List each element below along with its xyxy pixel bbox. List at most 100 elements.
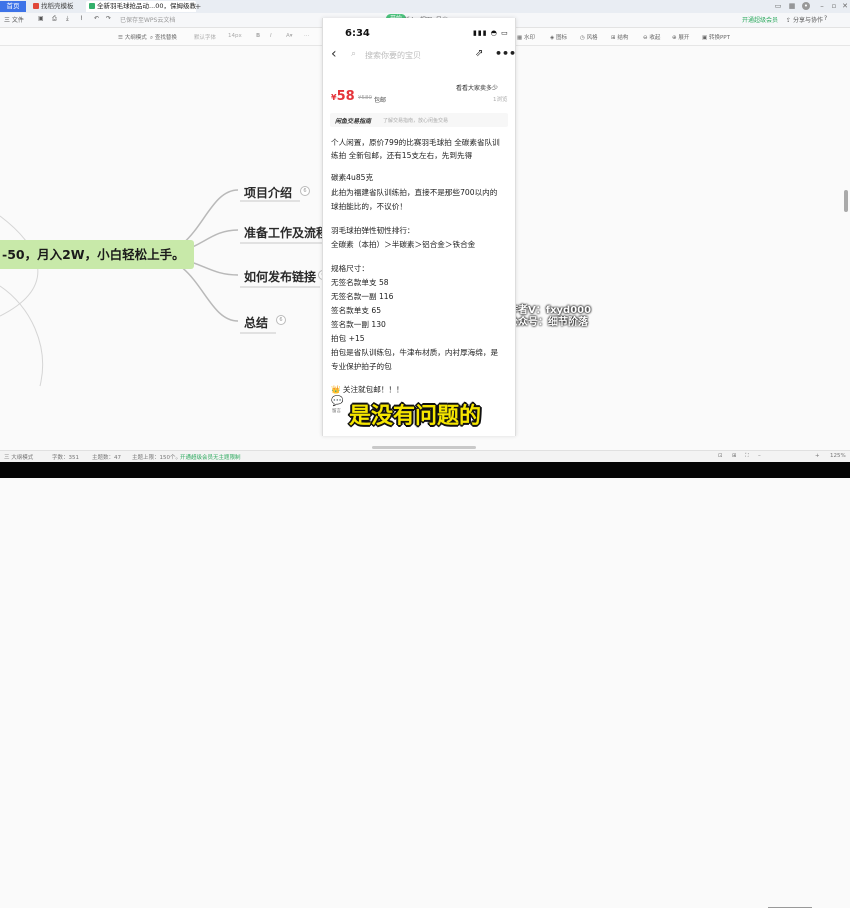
- upgrade-tip-link[interactable]: 开通超级会员无主题限制: [180, 453, 241, 461]
- price: ¥58: [331, 89, 355, 104]
- collapse-label: 收起: [649, 35, 661, 41]
- description-line: 规格尺寸：: [331, 264, 369, 273]
- description-line: 此拍为福建省队训练拍，直接不是那些700以内的: [331, 188, 498, 197]
- minimize-icon[interactable]: –: [818, 2, 826, 10]
- zoom-level[interactable]: 125%: [830, 453, 846, 459]
- outline-mode-button[interactable]: ☰ 大纲模式: [118, 33, 147, 41]
- spec-row: 拍包 +15: [331, 334, 365, 343]
- description-line: 碳素4u85克: [331, 173, 374, 182]
- tab-template[interactable]: 找稻壳模板: [30, 1, 86, 12]
- icon-button[interactable]: ◈ 图标: [550, 33, 567, 41]
- zoom-in-icon[interactable]: +: [815, 453, 820, 459]
- description-line: 羽毛球拍弹性韧性排行：: [331, 226, 415, 235]
- author-watermark: 作者V：fxyd000 公众号：细节阶落: [508, 305, 591, 329]
- back-icon[interactable]: ‹: [331, 46, 337, 62]
- chat-label: 留言: [332, 409, 341, 414]
- upgrade-link[interactable]: 开通超级会员: [742, 15, 778, 24]
- shipping-label: 包邮: [374, 97, 387, 104]
- spec-row: 签名款单支 65: [331, 306, 382, 315]
- share-icon[interactable]: ⇗: [475, 48, 483, 59]
- topic-limit: 主题上限：150个。: [132, 453, 181, 461]
- more-icon[interactable]: ⋯: [304, 33, 310, 39]
- watermark-label: 水印: [523, 35, 535, 41]
- print-icon[interactable]: ⎙: [52, 15, 57, 23]
- close-icon[interactable]: ✕: [841, 2, 849, 10]
- spec-row: 无签名款单支 58: [331, 278, 389, 287]
- fullscreen-icon[interactable]: ⛶: [745, 453, 749, 460]
- description-line: 全碳素（本拍）＞半碳素＞铝合金＞铁合金: [331, 240, 476, 249]
- watermark-button[interactable]: ▦ 水印: [517, 33, 535, 41]
- branch-count-badge[interactable]: 6: [300, 186, 310, 196]
- new-tab-button[interactable]: +: [190, 1, 206, 12]
- find-replace-button[interactable]: ⌕ 查找替换: [150, 33, 177, 42]
- branch-project-intro[interactable]: 项目介绍: [244, 184, 292, 201]
- file-menu[interactable]: 三 文件: [4, 15, 24, 24]
- font-family-select[interactable]: 默认字体: [194, 33, 216, 41]
- horizontal-scrollbar[interactable]: [372, 446, 476, 449]
- description-line: 拍包是省队训练包，牛津布材质，内衬厚海绵，是: [331, 348, 499, 357]
- help-icon[interactable]: ?: [824, 15, 827, 22]
- structure-button[interactable]: ⊞ 结构: [611, 33, 628, 41]
- structure-label: 结构: [617, 35, 629, 41]
- spec-row: 签名款一副 130: [331, 320, 386, 329]
- text-color-icon[interactable]: A▾: [286, 33, 293, 39]
- mindmap-doc-icon: [89, 3, 95, 9]
- tab-current-doc-label: 全新羽毛球抢品动...00，保姆级教学: [97, 2, 196, 10]
- tab-current-doc[interactable]: 全新羽毛球抢品动...00，保姆级教学: [86, 1, 196, 12]
- word-count-label: 字数：: [52, 455, 69, 461]
- undo-icon[interactable]: ↶: [94, 15, 99, 22]
- bold-button[interactable]: B: [256, 33, 260, 39]
- collapse-button[interactable]: ⊖ 收起: [643, 33, 660, 41]
- grid-view-icon[interactable]: ⊞: [732, 453, 737, 459]
- more-icon[interactable]: •••: [495, 47, 515, 60]
- video-bottom-bar: [0, 462, 850, 478]
- export-icon[interactable]: ⤓: [66, 15, 69, 23]
- expand-button[interactable]: ⊕ 展开: [672, 33, 689, 41]
- spec-row: 无签名款一副 116: [331, 292, 394, 301]
- watermark-account: 公众号：细节阶落: [508, 317, 588, 328]
- format-painter-icon[interactable]: ⌇: [80, 15, 83, 22]
- branch-summary[interactable]: 总结: [244, 314, 268, 331]
- topic-limit-value: 150个。: [159, 455, 182, 461]
- word-count: 字数：351: [52, 453, 79, 461]
- style-button[interactable]: ◷ 风格: [580, 33, 598, 41]
- expand-label: 展开: [678, 35, 690, 41]
- watermark-author: 作者V：fxyd000: [508, 305, 592, 316]
- topic-count: 主题数：47: [92, 453, 121, 461]
- avatar[interactable]: •: [802, 2, 810, 10]
- vertical-scrollbar[interactable]: [844, 190, 848, 212]
- branch-count-badge[interactable]: 6: [276, 315, 286, 325]
- template-icon: [33, 3, 39, 9]
- italic-button[interactable]: I: [270, 33, 272, 39]
- tab-home[interactable]: 首页: [0, 1, 26, 12]
- description-line: 练拍 全新包邮，还有15支左右，先到先得: [331, 151, 473, 160]
- follow-note: 👑 关注就包邮！！！: [331, 385, 404, 394]
- description-line: 个人闲置，原价799的比赛羽毛球拍 全碳素省队训: [331, 138, 500, 147]
- branch-preparation[interactable]: 准备工作及流程: [244, 224, 328, 241]
- icon-label: 图标: [555, 35, 567, 41]
- fit-icon[interactable]: ⊡: [718, 453, 723, 459]
- video-subtitle: 是没有问题的: [349, 404, 482, 429]
- chat-icon[interactable]: 💬: [331, 396, 343, 407]
- save-icon[interactable]: ▣: [38, 15, 44, 22]
- maximize-icon[interactable]: ▫: [830, 2, 838, 10]
- layout-icon[interactable]: ▭: [774, 2, 782, 10]
- zoom-out-icon[interactable]: –: [758, 453, 761, 459]
- sales-insight-label[interactable]: 看看大家卖多少: [456, 83, 498, 92]
- trade-guide-subtitle: 了解交易指南，放心闲鱼交易: [383, 118, 449, 124]
- font-size-select[interactable]: 14px: [228, 33, 242, 39]
- description-line: 专业保护拍子的包: [331, 362, 392, 371]
- share-button[interactable]: ⇪ 分享与协作: [786, 15, 823, 24]
- phone-status-icons: ▮▮▮ ◓ ▭: [473, 29, 509, 37]
- grid-icon[interactable]: ▦: [788, 2, 796, 10]
- branch-publish-link[interactable]: 如何发布链接: [244, 268, 316, 285]
- outline-mode-toggle[interactable]: 三 大纲模式: [4, 453, 33, 461]
- search-input[interactable]: 搜索你要的宝贝: [365, 50, 421, 61]
- to-ppt-button[interactable]: ▣ 转换PPT: [702, 33, 730, 41]
- trade-guide-title: 闲鱼交易指南: [335, 118, 372, 125]
- redo-icon[interactable]: ↷: [106, 15, 111, 22]
- tab-template-label: 找稻壳模板: [41, 2, 74, 10]
- phone-clock: 6:34: [345, 28, 370, 39]
- mindmap-root-node[interactable]: -50，月入2W，小白轻松上手。: [0, 240, 194, 269]
- original-price: ¥580: [358, 95, 372, 101]
